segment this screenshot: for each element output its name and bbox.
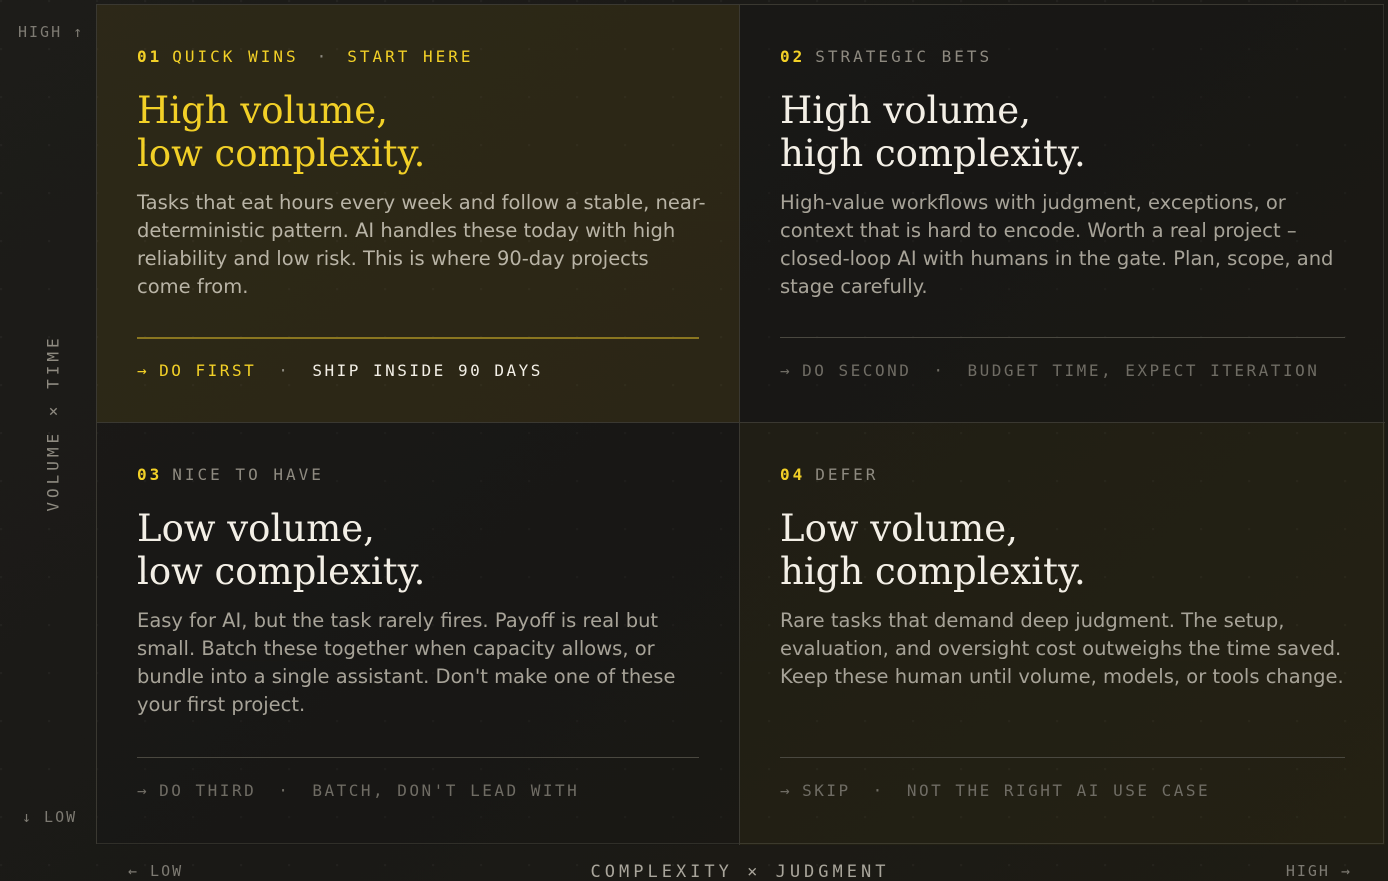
- quadrant-title-line-1: Low volume,: [780, 507, 1018, 550]
- quadrant-eyebrow: 02 STRATEGIC BETS: [780, 45, 1345, 69]
- quadrant-title: High volume, low complexity.: [137, 89, 699, 175]
- quadrant-title: Low volume, low complexity.: [137, 507, 699, 593]
- quadrant-label: QUICK WINS: [172, 47, 299, 66]
- quadrant-quick-wins: 01 QUICK WINS · START HERE High volume, low…: [97, 5, 740, 423]
- y-axis-low-label: ↓ LOW: [22, 808, 78, 826]
- quadrant-title-line-2: low complexity.: [137, 132, 426, 175]
- quadrant-number: 02: [780, 47, 806, 66]
- footer-separator: ·: [278, 361, 291, 380]
- x-axis-title: COMPLEXITY × JUDGMENT: [590, 862, 890, 881]
- quadrant-footer: → DO FIRST · SHIP INSIDE 90 DAYS: [137, 361, 543, 380]
- quadrant-eyebrow: 01 QUICK WINS · START HERE: [137, 45, 699, 69]
- y-axis-title: VOLUME × TIME: [43, 334, 63, 512]
- quadrant-description: Rare tasks that demand deep judgment. Th…: [780, 609, 1344, 688]
- quadrant-note: BUDGET TIME, EXPECT ITERATION: [967, 361, 1320, 380]
- quadrant-divider: [780, 757, 1345, 758]
- quadrant-title: Low volume, high complexity.: [780, 507, 1345, 593]
- quadrant-title-line-1: High volume,: [780, 89, 1031, 132]
- quadrant-number: 03: [137, 465, 163, 484]
- quadrant-eyebrow: 03 NICE TO HAVE: [137, 463, 699, 487]
- quadrant-footer: → SKIP · NOT THE RIGHT AI USE CASE: [780, 781, 1210, 800]
- quadrant-title-line-1: High volume,: [137, 89, 388, 132]
- quadrant-footer: → DO THIRD · BATCH, DON'T LEAD WITH: [137, 781, 579, 800]
- arrow-right-icon: →: [780, 361, 793, 380]
- quadrant-description: Tasks that eat hours every week and foll…: [137, 191, 706, 298]
- x-axis-high-label: HIGH →: [1285, 862, 1352, 880]
- quadrant-title-line-1: Low volume,: [137, 507, 375, 550]
- quadrant-tag: START HERE: [347, 47, 474, 66]
- y-axis-high-label: HIGH ↑: [18, 23, 85, 41]
- footer-separator: ·: [933, 361, 946, 380]
- arrow-right-icon: →: [137, 361, 150, 380]
- quadrant-description: Easy for AI, but the task rarely fires. …: [137, 609, 676, 716]
- quadrant-title-line-2: low complexity.: [137, 550, 426, 593]
- eyebrow-separator: ·: [316, 47, 330, 66]
- x-axis-low-label: ← LOW: [128, 862, 184, 880]
- quadrant-description: High-value workflows with judgment, exce…: [780, 191, 1334, 298]
- quadrant-number: 01: [137, 47, 163, 66]
- quadrant-eyebrow: 04 DEFER: [780, 463, 1345, 487]
- quadrant-footer: → DO SECOND · BUDGET TIME, EXPECT ITERATION: [780, 361, 1319, 380]
- quadrant-divider: [780, 337, 1345, 338]
- quadrant-action: SKIP: [802, 781, 851, 800]
- quadrant-note: BATCH, DON'T LEAD WITH: [312, 781, 580, 800]
- quadrant-title-line-2: high complexity.: [780, 550, 1086, 593]
- quadrant-number: 04: [780, 465, 806, 484]
- quadrant-strategic-bets: 02 STRATEGIC BETS High volume, high compl…: [740, 5, 1385, 423]
- quadrant-divider: [137, 337, 699, 339]
- footer-separator: ·: [872, 781, 885, 800]
- quadrant-label: STRATEGIC BETS: [815, 47, 993, 66]
- quadrant-nice-to-have: 03 NICE TO HAVE Low volume, low complexit…: [97, 423, 740, 845]
- quadrant-title: High volume, high complexity.: [780, 89, 1345, 175]
- quadrant-note: SHIP INSIDE 90 DAYS: [312, 361, 543, 380]
- quadrant-action: DO FIRST: [159, 361, 257, 380]
- footer-separator: ·: [278, 781, 291, 800]
- quadrant-grid: 01 QUICK WINS · START HERE High volume, low…: [96, 4, 1385, 845]
- quadrant-note: NOT THE RIGHT AI USE CASE: [906, 781, 1211, 800]
- quadrant-label: DEFER: [815, 465, 879, 484]
- quadrant-defer: 04 DEFER Low volume, high complexity. Rar…: [740, 423, 1385, 845]
- arrow-right-icon: →: [780, 781, 793, 800]
- quadrant-action: DO SECOND: [802, 361, 912, 380]
- arrow-right-icon: →: [137, 781, 150, 800]
- quadrant-title-line-2: high complexity.: [780, 132, 1086, 175]
- quadrant-label: NICE TO HAVE: [172, 465, 324, 484]
- quadrant-divider: [137, 757, 699, 758]
- quadrant-action: DO THIRD: [159, 781, 257, 800]
